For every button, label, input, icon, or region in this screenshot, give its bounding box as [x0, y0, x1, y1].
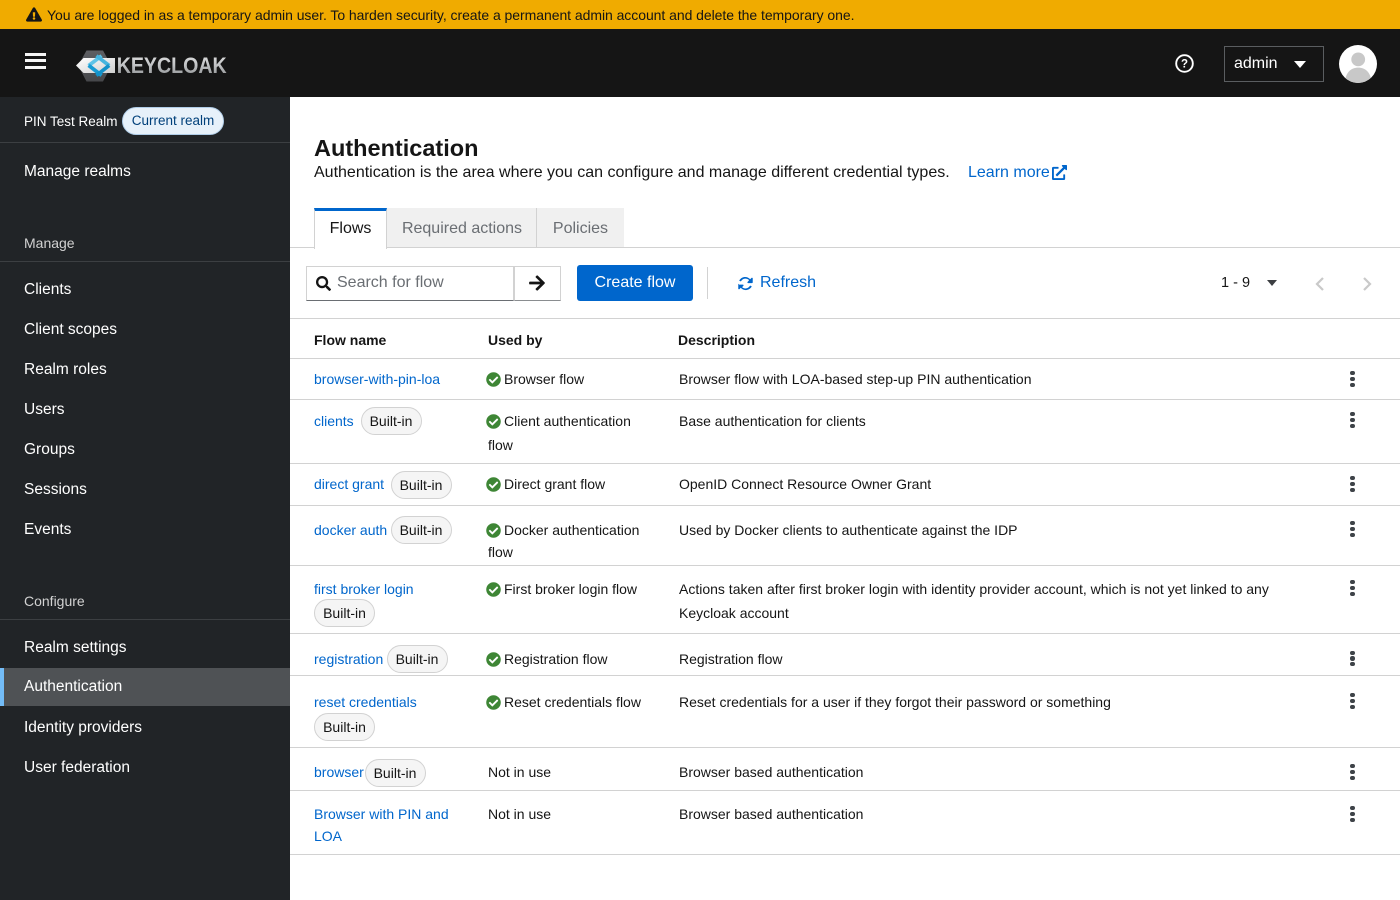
- svg-text:KEYCLOAK: KEYCLOAK: [117, 53, 227, 78]
- svg-text:?: ?: [1181, 59, 1188, 71]
